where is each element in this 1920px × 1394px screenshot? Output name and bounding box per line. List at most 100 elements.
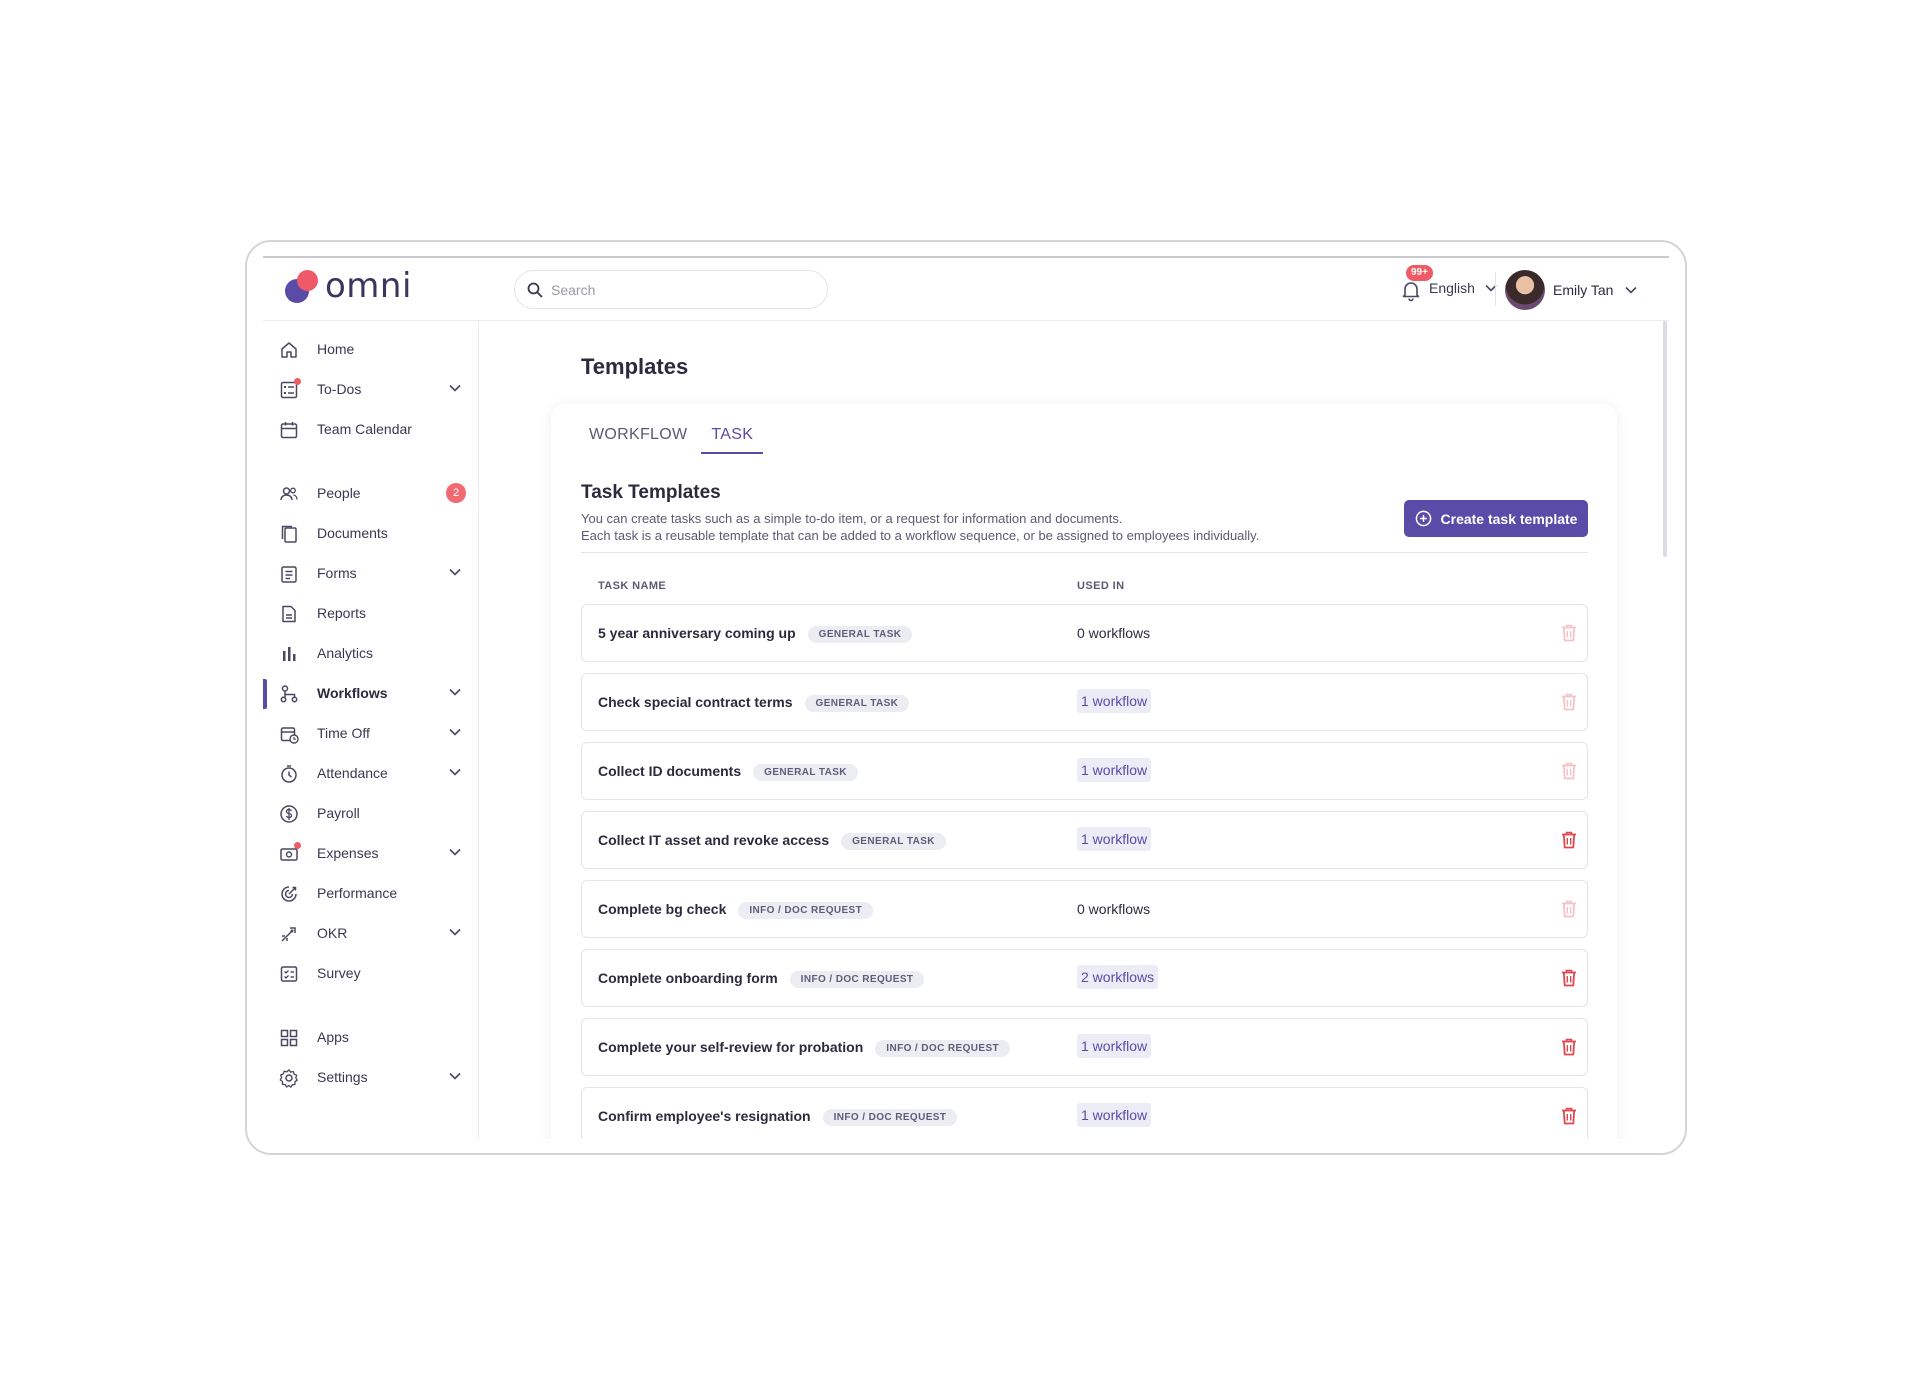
documents-icon bbox=[281, 525, 297, 543]
table-row[interactable]: Complete onboarding form INFO / DOC REQUE… bbox=[581, 949, 1588, 1007]
table-row[interactable]: Complete your self-review for probation I… bbox=[581, 1018, 1588, 1076]
trash-icon[interactable] bbox=[1560, 830, 1578, 850]
chevron-down-icon[interactable] bbox=[449, 688, 461, 696]
sidebar-item-expenses[interactable]: Expenses bbox=[263, 833, 479, 873]
table-row[interactable]: Complete bg check INFO / DOC REQUEST 0 wor… bbox=[581, 880, 1588, 938]
task-type-badge: GENERAL TASK bbox=[841, 833, 946, 850]
used-in-link[interactable]: 1 workflow bbox=[1077, 689, 1152, 713]
table-row[interactable]: 5 year anniversary coming up GENERAL TASK… bbox=[581, 604, 1588, 662]
sidebar-item-reports[interactable]: Reports bbox=[263, 593, 479, 633]
column-header-used-in[interactable]: USED IN bbox=[1077, 580, 1124, 592]
sidebar-item-documents[interactable]: Documents bbox=[263, 513, 479, 553]
description-line: Each task is a reusable template that ca… bbox=[581, 528, 1260, 543]
sidebar-item-label: Documents bbox=[317, 525, 388, 541]
home-icon bbox=[281, 342, 297, 358]
task-name: Complete onboarding form bbox=[598, 970, 778, 986]
chevron-down-icon[interactable] bbox=[449, 928, 461, 936]
task-name-cell[interactable]: Complete your self-review for probation I… bbox=[598, 1039, 1011, 1057]
task-name-cell[interactable]: Complete onboarding form INFO / DOC REQUE… bbox=[598, 970, 925, 988]
sidebar-item-todos[interactable]: To-Dos bbox=[263, 369, 479, 409]
scrollbar[interactable] bbox=[1663, 321, 1667, 557]
sidebar-item-time-off[interactable]: Time Off bbox=[263, 713, 479, 753]
tab-bar: WORKFLOW TASK bbox=[587, 426, 775, 454]
sidebar: Home To-Dos Team Calendar People 2 Docum… bbox=[263, 321, 479, 1139]
trash-icon bbox=[1562, 693, 1576, 711]
bell-icon[interactable] bbox=[1399, 278, 1423, 302]
table-row[interactable]: Collect IT asset and revoke access GENERA… bbox=[581, 811, 1588, 869]
trash-icon bbox=[1562, 624, 1576, 642]
user-menu[interactable]: Emily Tan bbox=[1505, 270, 1638, 310]
task-name-cell[interactable]: Check special contract terms GENERAL TASK bbox=[598, 694, 910, 712]
sidebar-item-workflows[interactable]: Workflows bbox=[263, 673, 479, 713]
sidebar-item-settings[interactable]: Settings bbox=[263, 1057, 479, 1097]
calendar-icon bbox=[280, 422, 298, 439]
trash-icon[interactable] bbox=[1560, 1106, 1578, 1126]
task-name: Complete bg check bbox=[598, 901, 727, 917]
task-name-cell[interactable]: Collect IT asset and revoke access GENERA… bbox=[598, 832, 946, 850]
used-in-link[interactable]: 2 workflows bbox=[1077, 965, 1159, 989]
workflows-icon bbox=[280, 685, 298, 703]
logo-text: omni bbox=[325, 266, 412, 306]
chevron-down-icon[interactable] bbox=[449, 728, 461, 736]
notification-dot bbox=[294, 842, 301, 849]
used-in-link[interactable]: 1 workflow bbox=[1077, 758, 1152, 782]
reports-icon bbox=[282, 605, 296, 623]
language-selector[interactable]: English bbox=[1429, 280, 1497, 296]
sidebar-item-survey[interactable]: Survey bbox=[263, 953, 479, 993]
chevron-down-icon[interactable] bbox=[449, 1072, 461, 1080]
sidebar-item-people[interactable]: People 2 bbox=[263, 473, 479, 513]
search-input[interactable] bbox=[551, 281, 801, 298]
chevron-down-icon[interactable] bbox=[449, 848, 461, 856]
sidebar-item-label: Survey bbox=[317, 965, 361, 981]
task-name: Complete your self-review for probation bbox=[598, 1039, 864, 1055]
task-name-cell[interactable]: 5 year anniversary coming up GENERAL TASK bbox=[598, 625, 913, 643]
sidebar-item-performance[interactable]: Performance bbox=[263, 873, 479, 913]
sidebar-item-forms[interactable]: Forms bbox=[263, 553, 479, 593]
forms-icon bbox=[281, 566, 297, 583]
trash-icon[interactable] bbox=[1560, 968, 1578, 988]
create-button-label: Create task template bbox=[1440, 510, 1578, 527]
sidebar-item-attendance[interactable]: Attendance bbox=[263, 753, 479, 793]
sidebar-item-okr[interactable]: OKR bbox=[263, 913, 479, 953]
avatar bbox=[1505, 270, 1545, 310]
table-row[interactable]: Collect ID documents GENERAL TASK 1 workfl… bbox=[581, 742, 1588, 800]
used-in-link[interactable]: 1 workflow bbox=[1077, 1103, 1152, 1127]
sidebar-item-label: To-Dos bbox=[317, 381, 362, 397]
task-type-badge: INFO / DOC REQUEST bbox=[822, 1109, 958, 1126]
chevron-down-icon[interactable] bbox=[449, 568, 461, 576]
sidebar-item-label: Time Off bbox=[317, 725, 370, 741]
task-type-badge: INFO / DOC REQUEST bbox=[738, 902, 874, 919]
sidebar-item-label: Home bbox=[317, 341, 355, 357]
used-in-link[interactable]: 1 workflow bbox=[1077, 1034, 1152, 1058]
chevron-down-icon[interactable] bbox=[449, 768, 461, 776]
table-row[interactable]: Confirm employee's resignation INFO / DOC… bbox=[581, 1087, 1588, 1139]
omni-logo[interactable]: omni bbox=[285, 269, 412, 303]
sidebar-item-team-calendar[interactable]: Team Calendar bbox=[263, 409, 479, 449]
table-row[interactable]: Check special contract terms GENERAL TASK… bbox=[581, 673, 1588, 731]
sidebar-item-label: OKR bbox=[317, 925, 348, 941]
used-in-link[interactable]: 1 workflow bbox=[1077, 827, 1152, 851]
column-header-task-name[interactable]: TASK NAME bbox=[598, 580, 666, 592]
task-name-cell[interactable]: Confirm employee's resignation INFO / DOC… bbox=[598, 1108, 958, 1126]
sidebar-item-label: Analytics bbox=[317, 645, 374, 661]
sidebar-item-analytics[interactable]: Analytics bbox=[263, 633, 479, 673]
create-task-template-button[interactable]: Create task template bbox=[1404, 500, 1588, 537]
tab-workflow[interactable]: WORKFLOW bbox=[587, 426, 695, 454]
people-count-badge: 2 bbox=[446, 483, 466, 503]
people-icon bbox=[280, 487, 298, 501]
task-name-cell[interactable]: Complete bg check INFO / DOC REQUEST bbox=[598, 901, 874, 919]
top-header: omni 99+ English Emily Tan bbox=[263, 258, 1669, 321]
tab-task[interactable]: TASK bbox=[701, 426, 764, 454]
search-box[interactable] bbox=[514, 270, 828, 309]
trash-icon[interactable] bbox=[1560, 1037, 1578, 1057]
add-circle-icon bbox=[1415, 510, 1431, 527]
sidebar-item-apps[interactable]: Apps bbox=[263, 1017, 479, 1057]
task-name: 5 year anniversary coming up bbox=[598, 625, 796, 641]
sidebar-item-payroll[interactable]: Payroll bbox=[263, 793, 479, 833]
task-name-cell[interactable]: Collect ID documents GENERAL TASK bbox=[598, 763, 858, 781]
chevron-down-icon bbox=[1625, 286, 1638, 294]
sidebar-item-label: Attendance bbox=[317, 765, 388, 781]
chevron-down-icon[interactable] bbox=[449, 384, 461, 392]
used-in-value: 0 workflows bbox=[1077, 625, 1151, 641]
sidebar-item-home[interactable]: Home bbox=[263, 329, 479, 369]
